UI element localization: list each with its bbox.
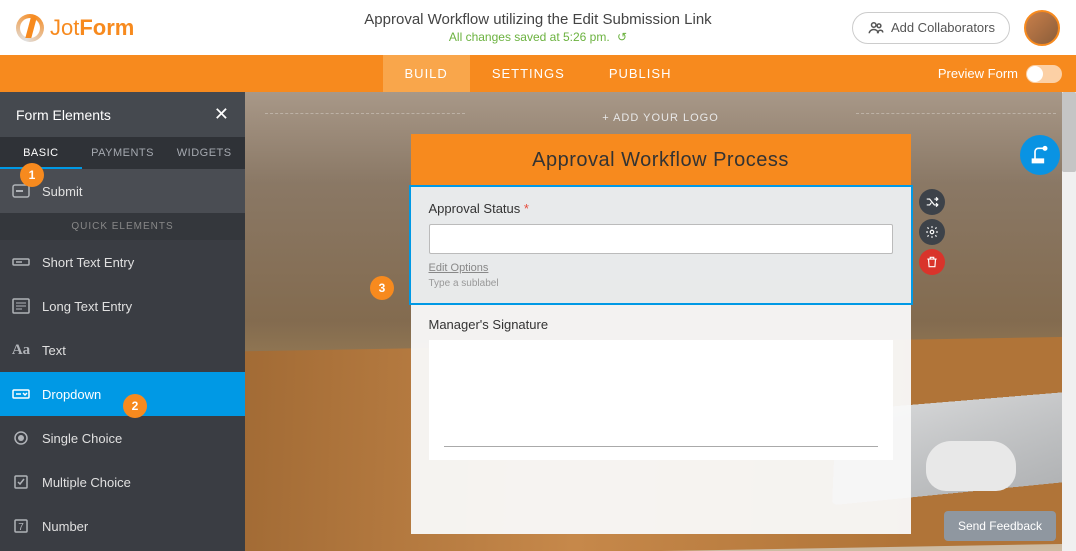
send-feedback-button[interactable]: Send Feedback [944, 511, 1056, 541]
sidebar-tab-basic[interactable]: BASIC [0, 137, 82, 169]
tab-publish[interactable]: PUBLISH [587, 55, 694, 92]
vertical-scrollbar[interactable] [1062, 92, 1076, 551]
checkbox-icon [0, 474, 42, 490]
element-multiple-choice[interactable]: Multiple Choice [0, 460, 245, 504]
edit-options-link[interactable]: Edit Options [429, 262, 893, 274]
element-label: Submit [42, 184, 245, 199]
preview-toggle[interactable] [1026, 65, 1062, 83]
element-text[interactable]: Aa Text [0, 328, 245, 372]
close-icon[interactable]: ✕ [214, 104, 229, 125]
theme-roller-button[interactable] [1020, 135, 1060, 175]
dropdown-input[interactable] [429, 224, 893, 254]
field-label: Manager's Signature [429, 317, 893, 332]
avatar[interactable] [1024, 10, 1060, 46]
short-text-icon [0, 255, 42, 269]
radio-icon [0, 430, 42, 446]
sublabel-input[interactable]: Type a sublabel [429, 278, 893, 289]
long-text-icon [0, 298, 42, 314]
quick-elements-header: QUICK ELEMENTS [0, 213, 245, 240]
manager-signature-field[interactable]: Manager's Signature [411, 303, 911, 474]
logo-text: JotForm [50, 15, 134, 41]
svg-text:7: 7 [18, 522, 24, 533]
revert-icon[interactable]: ↺ [617, 30, 627, 44]
field-settings-button[interactable] [919, 219, 945, 245]
text-icon: Aa [0, 342, 42, 359]
logo-icon [16, 14, 44, 42]
field-label[interactable]: Approval Status * [429, 201, 893, 216]
add-collaborators-button[interactable]: Add Collaborators [852, 12, 1010, 44]
element-label: Number [42, 519, 245, 534]
callout-1: 1 [20, 163, 44, 187]
element-number[interactable]: 7 Number [0, 504, 245, 548]
tab-settings[interactable]: SETTINGS [470, 55, 587, 92]
tab-build[interactable]: BUILD [383, 55, 470, 92]
field-delete-button[interactable] [919, 249, 945, 275]
sidebar-tab-widgets[interactable]: WIDGETS [163, 137, 245, 169]
collab-label: Add Collaborators [891, 20, 995, 35]
form-title[interactable]: Approval Workflow Process [411, 134, 911, 187]
collaborators-icon [867, 19, 885, 37]
element-short-text[interactable]: Short Text Entry [0, 240, 245, 284]
callout-3: 3 [370, 276, 394, 300]
field-shuffle-button[interactable] [919, 189, 945, 215]
element-single-choice[interactable]: Single Choice [0, 416, 245, 460]
saved-status: All changes saved at 5:26 pm. ↺ [364, 30, 711, 44]
sidebar-tab-payments[interactable]: PAYMENTS [82, 137, 164, 169]
element-label: Short Text Entry [42, 255, 245, 270]
add-logo-button[interactable]: + ADD YOUR LOGO [245, 92, 1076, 134]
approval-status-field[interactable]: Approval Status * Edit Options Type a su… [411, 187, 911, 303]
logo[interactable]: JotForm [16, 14, 134, 42]
dropdown-icon [0, 387, 42, 401]
element-long-text[interactable]: Long Text Entry [0, 284, 245, 328]
element-label: Single Choice [42, 431, 245, 446]
preview-label: Preview Form [938, 66, 1018, 81]
page-title: Approval Workflow utilizing the Edit Sub… [364, 11, 711, 28]
signature-input[interactable] [429, 340, 893, 460]
element-label: Multiple Choice [42, 475, 245, 490]
number-icon: 7 [0, 518, 42, 534]
callout-2: 2 [123, 394, 147, 418]
sidebar-title: Form Elements [16, 107, 111, 123]
element-label: Long Text Entry [42, 299, 245, 314]
element-label: Text [42, 343, 245, 358]
